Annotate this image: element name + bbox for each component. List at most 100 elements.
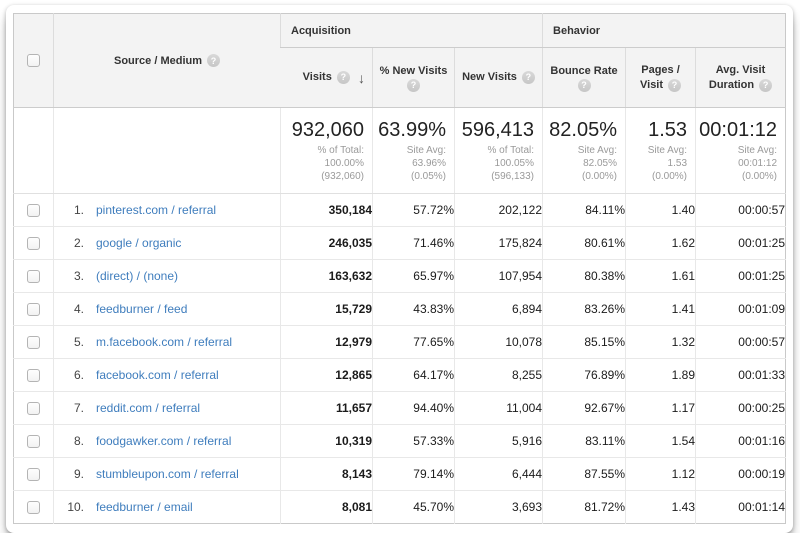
summary-row: 932,060 % of Total: 100.00% (932,060) 63… xyxy=(14,108,786,194)
row-checkbox[interactable] xyxy=(27,270,40,283)
help-icon[interactable]: ? xyxy=(578,79,591,92)
row-source-cell: 10.feedburner / email xyxy=(54,491,281,524)
new-visits-cell: 5,916 xyxy=(455,425,543,458)
pct-new-visits-cell: 79.14% xyxy=(373,458,455,491)
group-header-behavior: Behavior xyxy=(543,14,786,48)
help-icon[interactable]: ? xyxy=(407,79,420,92)
visits-label: Visits xyxy=(303,70,332,85)
row-checkbox-cell xyxy=(14,326,54,359)
sort-descending-icon[interactable]: ↓ xyxy=(358,70,365,86)
table-row: 1.pinterest.com / referral 350,184 57.72… xyxy=(14,194,786,227)
row-checkbox[interactable] xyxy=(27,501,40,514)
visits-cell: 350,184 xyxy=(281,194,373,227)
visits-cell: 12,865 xyxy=(281,359,373,392)
row-rank: 9. xyxy=(54,467,84,481)
pages-visit-cell: 1.62 xyxy=(626,227,696,260)
table-row: 7.reddit.com / referral 11,657 94.40% 11… xyxy=(14,392,786,425)
row-checkbox[interactable] xyxy=(27,303,40,316)
pages-visit-cell: 1.61 xyxy=(626,260,696,293)
visits-cell: 163,632 xyxy=(281,260,373,293)
pages-visit-cell: 1.54 xyxy=(626,425,696,458)
visits-cell: 8,081 xyxy=(281,491,373,524)
pct-new-visits-cell: 45.70% xyxy=(373,491,455,524)
pct-new-visits-cell: 43.83% xyxy=(373,293,455,326)
bounce-rate-cell: 87.55% xyxy=(543,458,626,491)
new-visits-cell: 107,954 xyxy=(455,260,543,293)
column-header-source-medium[interactable]: Source / Medium ? xyxy=(54,14,281,108)
summary-pct-new-visits: 63.99% Site Avg: 63.96% (0.05%) xyxy=(373,108,455,194)
row-source-cell: 4.feedburner / feed xyxy=(54,293,281,326)
summary-visits-value: 932,060 xyxy=(281,118,364,142)
pages-visit-label-line2: Visit xyxy=(640,78,663,93)
bounce-rate-cell: 80.61% xyxy=(543,227,626,260)
row-checkbox[interactable] xyxy=(27,402,40,415)
source-medium-link[interactable]: (direct) / (none) xyxy=(96,269,178,283)
row-checkbox[interactable] xyxy=(27,204,40,217)
help-icon[interactable]: ? xyxy=(207,54,220,67)
visits-cell: 246,035 xyxy=(281,227,373,260)
new-visits-cell: 3,693 xyxy=(455,491,543,524)
pct-new-visits-cell: 57.72% xyxy=(373,194,455,227)
visits-cell: 15,729 xyxy=(281,293,373,326)
bounce-rate-cell: 80.38% xyxy=(543,260,626,293)
avg-duration-cell: 00:01:16 xyxy=(696,425,786,458)
row-source-cell: 3. (direct) / (none) xyxy=(54,260,281,293)
table-row: 9. stumbleupon.com / referral 8,143 79.14… xyxy=(14,458,786,491)
new-visits-cell: 10,078 xyxy=(455,326,543,359)
pages-visit-cell: 1.17 xyxy=(626,392,696,425)
avg-duration-cell: 00:00:57 xyxy=(696,194,786,227)
group-header-acquisition: Acquisition xyxy=(281,14,543,48)
pages-visit-cell: 1.89 xyxy=(626,359,696,392)
row-checkbox[interactable] xyxy=(27,435,40,448)
column-header-pct-new-visits[interactable]: % New Visits ? xyxy=(373,48,455,108)
source-medium-link[interactable]: google / organic xyxy=(96,236,181,250)
pct-new-visits-cell: 94.40% xyxy=(373,392,455,425)
column-header-pages-visit[interactable]: Pages / Visit ? xyxy=(626,48,696,108)
row-rank: 6. xyxy=(54,368,84,382)
row-checkbox[interactable] xyxy=(27,468,40,481)
avg-duration-cell: 00:00:57 xyxy=(696,326,786,359)
row-rank: 7. xyxy=(54,401,84,415)
bounce-rate-cell: 83.26% xyxy=(543,293,626,326)
column-header-bounce-rate[interactable]: Bounce Rate ? xyxy=(543,48,626,108)
select-all-checkbox[interactable] xyxy=(27,54,40,67)
row-rank: 3. xyxy=(54,269,84,283)
source-medium-link[interactable]: feedburner / email xyxy=(96,500,193,514)
help-icon[interactable]: ? xyxy=(337,71,350,84)
row-checkbox[interactable] xyxy=(27,369,40,382)
column-header-avg-visit-duration[interactable]: Avg. Visit Duration ? xyxy=(696,48,786,108)
bounce-rate-cell: 85.15% xyxy=(543,326,626,359)
summary-duration-subtext: Site Avg: 00:01:12 (0.00%) xyxy=(696,144,777,183)
row-rank: 2. xyxy=(54,236,84,250)
avg-duration-label-line1: Avg. Visit xyxy=(716,63,766,78)
summary-duration-value: 00:01:12 xyxy=(696,118,777,142)
source-medium-link[interactable]: facebook.com / referral xyxy=(96,368,219,382)
column-header-visits[interactable]: Visits ? ↓ xyxy=(281,48,373,108)
table-row: 10.feedburner / email 8,081 45.70% 3,693… xyxy=(14,491,786,524)
new-visits-cell: 175,824 xyxy=(455,227,543,260)
row-checkbox-cell xyxy=(14,491,54,524)
help-icon[interactable]: ? xyxy=(668,79,681,92)
summary-bounce-value: 82.05% xyxy=(543,118,617,142)
source-medium-link[interactable]: feedburner / feed xyxy=(96,302,187,316)
pct-new-visits-cell: 65.97% xyxy=(373,260,455,293)
avg-duration-cell: 00:00:25 xyxy=(696,392,786,425)
visits-cell: 8,143 xyxy=(281,458,373,491)
avg-duration-cell: 00:01:14 xyxy=(696,491,786,524)
help-icon[interactable]: ? xyxy=(759,79,772,92)
row-checkbox[interactable] xyxy=(27,336,40,349)
new-visits-label: New Visits xyxy=(462,70,517,85)
column-header-new-visits[interactable]: New Visits ? xyxy=(455,48,543,108)
source-medium-link[interactable]: m.facebook.com / referral xyxy=(96,335,232,349)
new-visits-cell: 6,894 xyxy=(455,293,543,326)
source-medium-link[interactable]: pinterest.com / referral xyxy=(96,203,216,217)
row-checkbox[interactable] xyxy=(27,237,40,250)
source-medium-link[interactable]: stumbleupon.com / referral xyxy=(96,467,239,481)
row-checkbox-cell xyxy=(14,293,54,326)
new-visits-cell: 8,255 xyxy=(455,359,543,392)
source-medium-link[interactable]: reddit.com / referral xyxy=(96,401,200,415)
help-icon[interactable]: ? xyxy=(522,71,535,84)
row-rank: 5. xyxy=(54,335,84,349)
summary-pages-visit: 1.53 Site Avg: 1.53 (0.00%) xyxy=(626,108,696,194)
source-medium-link[interactable]: foodgawker.com / referral xyxy=(96,434,231,448)
